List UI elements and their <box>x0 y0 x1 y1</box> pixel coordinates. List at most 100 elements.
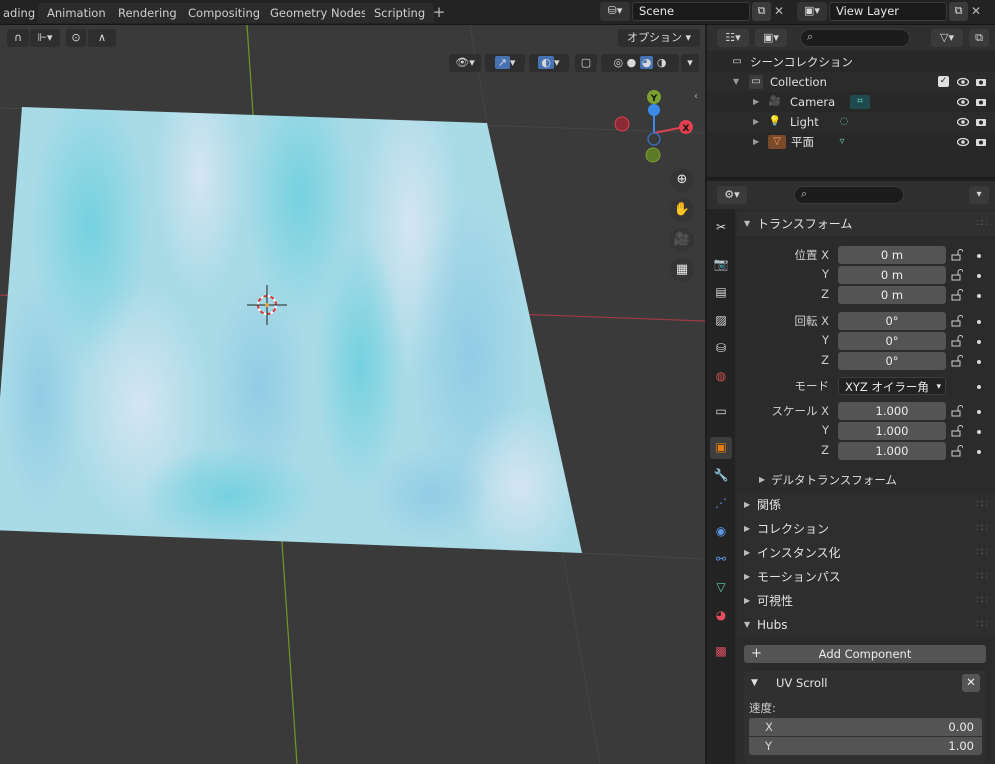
viewport-canvas[interactable]: Y X <box>0 25 705 764</box>
view-layer-name-field[interactable]: View Layer <box>829 2 947 21</box>
drag-handle-icon[interactable]: ∷∷ <box>976 517 988 541</box>
mesh-data-icon[interactable]: ▿ <box>835 135 849 149</box>
gizmo-neg-y[interactable] <box>645 147 661 163</box>
gizmo-neg-x[interactable] <box>614 116 630 132</box>
unlock-icon[interactable] <box>951 315 963 327</box>
properties-search-input[interactable]: ⌕ <box>794 186 904 204</box>
keyframe-dot-icon[interactable] <box>977 294 981 298</box>
zoom-tool[interactable]: ⊕ <box>670 168 694 192</box>
perspective-toggle-tool[interactable]: ▦ <box>670 258 694 282</box>
panel-collections-header[interactable]: ▶ コレクション ∷∷ <box>737 517 995 541</box>
drag-handle-icon[interactable]: ∷∷ <box>976 541 988 565</box>
tab-texture[interactable]: ▩ <box>710 641 732 663</box>
panel-hubs-header[interactable]: ▼ Hubs ∷∷ <box>737 613 995 637</box>
tab-tool[interactable]: ✂ <box>710 217 732 239</box>
keyframe-dot-icon[interactable] <box>977 430 981 434</box>
add-workspace-button[interactable]: + <box>430 3 448 23</box>
rotation-mode-dropdown[interactable]: XYZ オイラー角 ▾ <box>838 377 946 395</box>
rendered-shading-icon[interactable]: ◑ <box>657 56 667 69</box>
drag-handle-icon[interactable]: ∷∷ <box>976 493 988 517</box>
outliner-search-input[interactable]: ⌕ <box>800 29 910 47</box>
xray-toggle[interactable]: ▢ <box>575 54 597 72</box>
drag-handle-icon[interactable]: ∷∷ <box>976 589 988 613</box>
tab-physics[interactable]: ◉ <box>710 521 732 543</box>
delete-view-layer-button[interactable]: ✕ <box>969 2 983 21</box>
textured-plane[interactable] <box>0 55 582 565</box>
workspace-tab-compositing[interactable]: Compositing <box>179 3 270 23</box>
camera-view-tool[interactable]: 🎥 <box>670 228 694 252</box>
location-y-field[interactable]: 0 m <box>838 266 946 284</box>
drag-handle-icon[interactable]: ∷∷ <box>976 613 988 637</box>
eye-icon[interactable] <box>957 96 969 108</box>
overlays-dropdown[interactable]: ◐ ▾ <box>529 54 569 72</box>
workspace-tab-rendering[interactable]: Rendering <box>109 3 186 23</box>
wireframe-shading-icon[interactable]: ◎ <box>614 56 624 69</box>
delete-scene-button[interactable]: ✕ <box>772 2 786 21</box>
exclude-checkbox[interactable]: ✓ <box>938 76 949 87</box>
light-data-icon[interactable]: ◌ <box>837 115 851 129</box>
render-camera-icon[interactable] <box>975 116 987 128</box>
sidebar-toggle-icon[interactable]: ‹ <box>694 91 698 102</box>
outliner-row-collection[interactable]: ▼ ▭ Collection ✓ <box>707 72 995 92</box>
tab-data[interactable]: ▽ <box>710 577 732 599</box>
unlock-icon[interactable] <box>951 335 963 347</box>
tab-world[interactable]: ◍ <box>710 366 732 388</box>
view-layer-selector-button[interactable]: ▣▾ <box>797 2 827 21</box>
solid-shading-icon[interactable]: ● <box>627 56 637 69</box>
unlock-icon[interactable] <box>951 355 963 367</box>
keyframe-dot-icon[interactable] <box>977 360 981 364</box>
filter-dropdown[interactable]: ▽▾ <box>931 29 963 47</box>
rotation-y-field[interactable]: 0° <box>838 332 946 350</box>
scale-y-field[interactable]: 1.000 <box>838 422 946 440</box>
panel-relations-header[interactable]: ▶ 関係 ∷∷ <box>737 493 995 517</box>
new-collection-button[interactable]: ⧉ <box>969 29 989 47</box>
gizmo-neg-z[interactable] <box>647 132 661 146</box>
keyframe-dot-icon[interactable] <box>977 274 981 278</box>
visibility-dropdown[interactable]: 👁▾ <box>449 54 481 72</box>
subpanel-delta-transform[interactable]: ▶ デルタトランスフォーム <box>737 469 995 491</box>
keyframe-dot-icon[interactable] <box>977 254 981 258</box>
unlock-icon[interactable] <box>951 425 963 437</box>
pan-tool[interactable]: ✋ <box>670 198 694 222</box>
workspace-tab-animation[interactable]: Animation <box>38 3 115 23</box>
tab-output[interactable]: ▤ <box>710 282 732 304</box>
panel-transform-header[interactable]: ▼ トランスフォーム ∷∷ <box>737 212 995 236</box>
new-scene-button[interactable]: ⧉ <box>752 2 771 21</box>
render-camera-icon[interactable] <box>975 76 987 88</box>
tab-view-layer[interactable]: ▨ <box>710 310 732 332</box>
scene-selector-button[interactable]: ⛁▾ <box>600 2 630 21</box>
rotation-x-field[interactable]: 0° <box>838 312 946 330</box>
scale-z-field[interactable]: 1.000 <box>838 442 946 460</box>
outliner-row-camera[interactable]: ▶ 🎥 Camera ⌗ <box>707 92 995 112</box>
snap-target-dropdown[interactable]: ⊩▾ <box>30 29 60 47</box>
3d-viewport[interactable]: Y X ∩ ⊩▾ ⊙ ∧ オプション ▾ 👁▾ ↗ ▾ ◐ ▾ ▢ ◎ ● ◕ ◑ … <box>0 25 705 764</box>
speed-y-field[interactable]: Y 1.00 <box>749 737 982 755</box>
remove-component-button[interactable]: ✕ <box>962 674 980 692</box>
drag-handle-icon[interactable]: ∷∷ <box>976 565 988 589</box>
proportional-edit-button[interactable]: ⊙ <box>66 29 86 47</box>
tab-modifiers[interactable]: 🔧 <box>710 465 732 487</box>
unlock-icon[interactable] <box>951 405 963 417</box>
tab-particles[interactable]: ⋰ <box>710 493 732 515</box>
tab-scene[interactable]: ⛁ <box>710 338 732 360</box>
outliner-row-plane[interactable]: ▶ ▽ 平面 ▿ <box>707 132 995 152</box>
collapse-arrow-icon[interactable]: ▼ <box>733 72 739 92</box>
keyframe-dot-icon[interactable] <box>977 410 981 414</box>
tab-constraints[interactable]: ⚯ <box>710 549 732 571</box>
speed-x-field[interactable]: X 0.00 <box>749 718 982 736</box>
add-component-button[interactable]: + Add Component <box>744 645 986 663</box>
gizmo-z[interactable] <box>648 104 660 116</box>
tab-collection[interactable]: ▭ <box>710 401 732 423</box>
outliner-row-scene-collection[interactable]: ▭ シーンコレクション <box>707 52 995 72</box>
unlock-icon[interactable] <box>951 445 963 457</box>
workspace-tab-geometry-nodes[interactable]: Geometry Nodes <box>261 3 377 23</box>
keyframe-dot-icon[interactable] <box>977 320 981 324</box>
options-dropdown[interactable]: オプション ▾ <box>618 29 700 47</box>
shading-options-dropdown[interactable]: ▾ <box>681 54 699 72</box>
material-shading-icon[interactable]: ◕ <box>639 56 654 69</box>
panel-instancing-header[interactable]: ▶ インスタンス化 ∷∷ <box>737 541 995 565</box>
drag-handle-icon[interactable]: ∷∷ <box>976 212 988 236</box>
rotation-z-field[interactable]: 0° <box>838 352 946 370</box>
render-camera-icon[interactable] <box>975 96 987 108</box>
options-dropdown[interactable]: ▾ <box>969 186 989 204</box>
